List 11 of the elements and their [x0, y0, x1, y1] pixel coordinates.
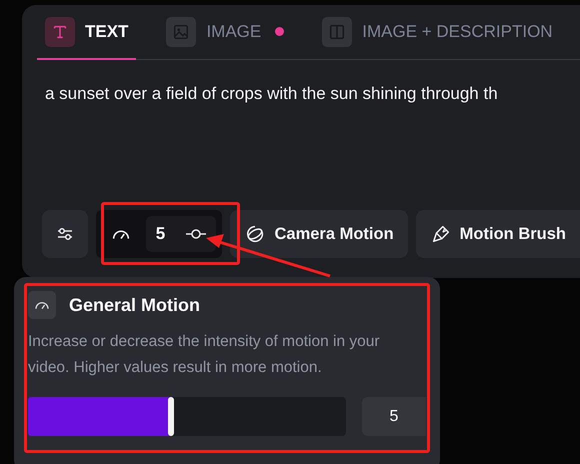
- tab[interactable]: IMAGE + DESCRIPTION: [314, 5, 561, 60]
- motion-value-field[interactable]: 5: [146, 216, 216, 252]
- prompt-text[interactable]: a sunset over a field of crops with the sun shining through th: [45, 84, 580, 104]
- tab[interactable]: TEXT: [37, 5, 136, 60]
- value-field[interactable]: 5: [362, 397, 426, 436]
- tab[interactable]: IMAGE: [158, 5, 292, 60]
- popup-description: Increase or decrease the intensity of motion in your video. Higher values result in more motion.: [28, 332, 381, 378]
- popup-title: General Motion: [69, 294, 200, 316]
- motion-control[interactable]: 5: [96, 210, 222, 258]
- toolbar-button[interactable]: Motion Brush: [416, 210, 580, 258]
- toolbar-button[interactable]: Camera Motion: [230, 210, 408, 258]
